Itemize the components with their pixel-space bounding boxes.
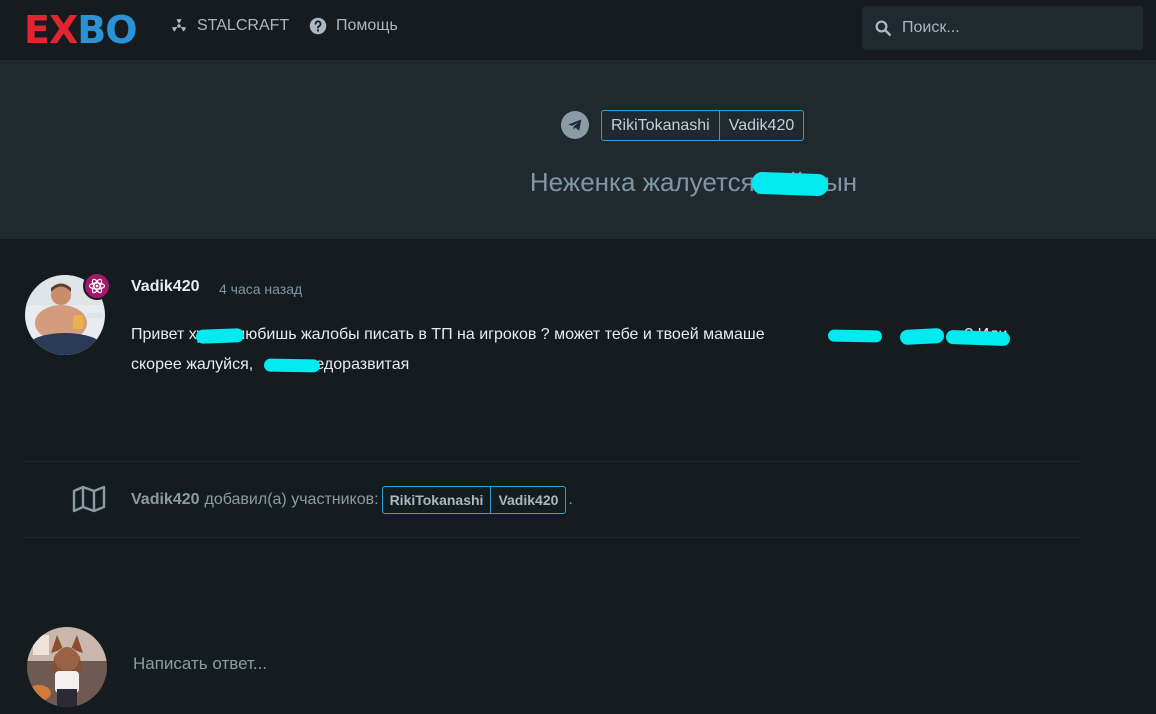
atom-badge-icon xyxy=(83,272,111,300)
telegram-icon xyxy=(561,111,589,139)
nav-stalcraft-label: STALCRAFT xyxy=(197,17,290,34)
search-box[interactable] xyxy=(862,6,1143,50)
post-author[interactable]: Vadik420 xyxy=(131,278,200,296)
post-time[interactable]: 4 часа назад xyxy=(219,281,302,297)
logo-text-left: EX xyxy=(24,8,78,52)
event-user[interactable]: Vadik420 xyxy=(131,491,200,509)
discussion-tags: RikiTokanashi Vadik420 xyxy=(601,110,805,141)
reply-input[interactable]: Написать ответ... xyxy=(133,654,267,674)
censor-mark xyxy=(263,358,321,373)
discussion-hero xyxy=(0,60,1156,239)
logo-text-right: BO xyxy=(77,8,137,52)
censor-mark xyxy=(827,329,883,343)
event-tag-vadik420[interactable]: Vadik420 xyxy=(490,487,565,513)
radiation-icon xyxy=(172,19,186,32)
search-icon xyxy=(875,20,891,36)
nav-help[interactable]: Помощь xyxy=(309,17,398,35)
event-tag-rikitokanashi[interactable]: RikiTokanashi xyxy=(383,487,491,513)
exbo-logo[interactable]: EX BO xyxy=(24,8,138,52)
event-action: добавил(а) участников: xyxy=(204,491,379,508)
current-user-avatar xyxy=(27,627,107,707)
censor-mark xyxy=(195,328,245,344)
event-participants-added: Vadik420 добавил(а) участников: RikiToka… xyxy=(131,486,573,514)
discussion-title: Неженка жалуется, с й сын xyxy=(529,167,858,197)
divider xyxy=(25,537,1081,538)
tag-vadik420[interactable]: Vadik420 xyxy=(718,111,804,140)
map-icon xyxy=(72,485,106,513)
search-input[interactable] xyxy=(902,19,1122,37)
nav-help-label: Помощь xyxy=(336,17,398,34)
divider xyxy=(25,461,1081,462)
censor-mark xyxy=(751,171,829,197)
help-circle-icon xyxy=(309,17,327,35)
event-tags: RikiTokanashi Vadik420 xyxy=(381,486,567,514)
censor-mark xyxy=(899,327,945,346)
nav-stalcraft[interactable]: STALCRAFT xyxy=(170,17,289,35)
top-bar: EX BO STALCRAFT Помощь xyxy=(0,0,1156,60)
censor-mark xyxy=(945,329,1011,347)
tag-rikitokanashi[interactable]: RikiTokanashi xyxy=(602,111,719,140)
event-trailing: . xyxy=(568,491,573,508)
